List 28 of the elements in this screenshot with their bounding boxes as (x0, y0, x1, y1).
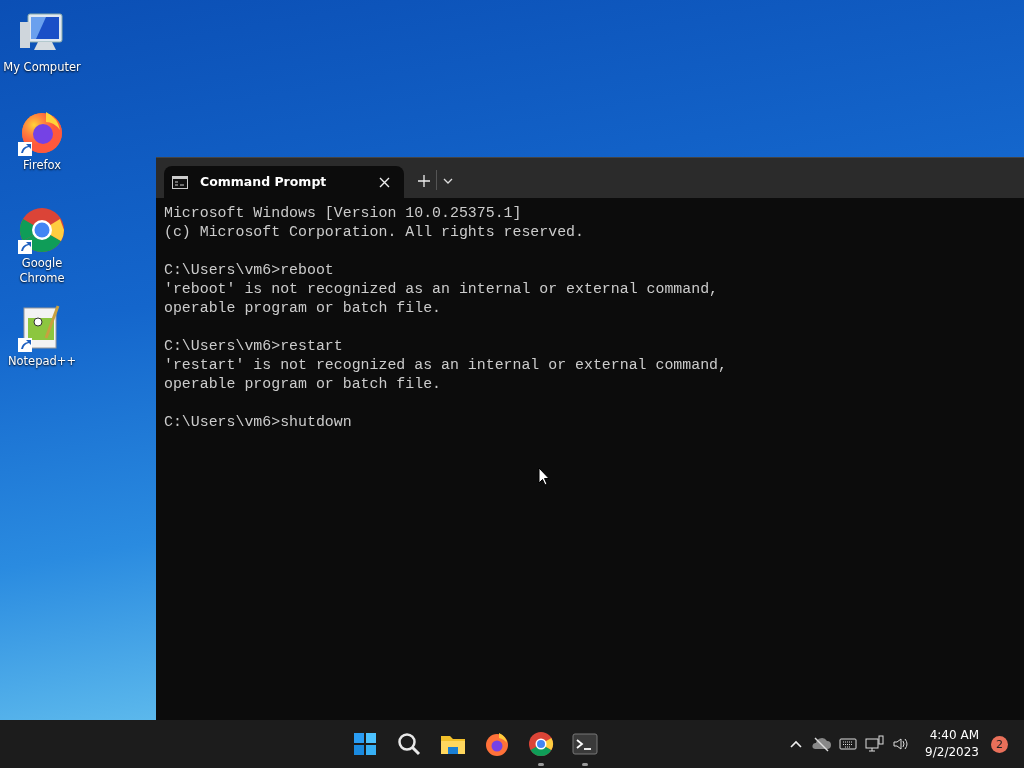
desktop-icon-label: My Computer (3, 60, 81, 75)
desktop-icon-label: Firefox (22, 158, 62, 173)
chevron-down-icon (443, 177, 453, 184)
chrome-icon[interactable] (526, 730, 555, 758)
speaker-icon[interactable] (892, 735, 910, 753)
console-line: 'restart' is not recognized as an internal or external command, (164, 356, 727, 375)
console-line: C:\Users\vm6>reboot (164, 261, 334, 280)
desktop-icon-label: Google Chrome (18, 256, 66, 286)
console-line: operable program or batch file. (164, 375, 441, 394)
console-line: Microsoft Windows [Version 10.0.25375.1] (164, 204, 522, 223)
close-icon (379, 176, 390, 188)
console-line: operable program or batch file. (164, 299, 441, 318)
console-line: C:\Users\vm6>shutdown (164, 413, 352, 432)
notification-badge[interactable]: 2 (991, 735, 1008, 753)
clock-time: 4:40 AM (928, 727, 979, 744)
console-icon (172, 175, 188, 189)
window-tab[interactable]: Command Prompt (164, 166, 404, 198)
mouse-cursor-icon (538, 467, 550, 486)
console-line: C:\Users\vm6>restart (164, 337, 343, 356)
keyboard-icon[interactable] (839, 735, 858, 753)
cloud-off-icon[interactable] (811, 735, 832, 753)
plus-icon (418, 174, 430, 187)
console-line: 'reboot' is not recognized as an internal or external command, (164, 280, 719, 299)
clock-date: 9/2/2023 (925, 744, 979, 761)
desktop-icon-label: Notepad++ (7, 354, 77, 369)
network-icon[interactable] (865, 735, 885, 753)
console-line: (c) Microsoft Corporation. All rights reserved. (164, 223, 584, 242)
terminal-icon[interactable] (570, 730, 599, 758)
